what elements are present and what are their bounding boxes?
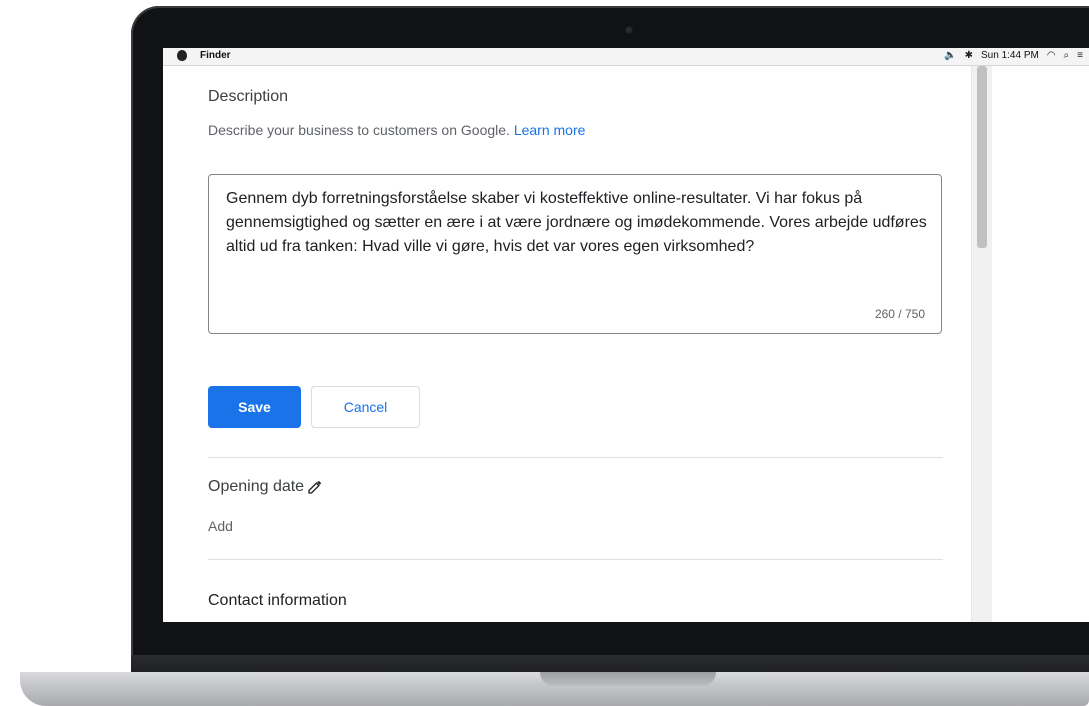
clock[interactable]: Sun 1:44 PM <box>981 50 1039 61</box>
description-input[interactable]: Gennem dyb forretningsforståelse skaber … <box>208 174 942 334</box>
opening-date-add[interactable]: Add <box>208 518 233 534</box>
right-pane <box>992 66 1089 622</box>
page-content: Description Describe your business to cu… <box>163 66 1089 622</box>
wifi-icon[interactable]: ◠ <box>1047 50 1056 61</box>
opening-date-title: Opening date <box>208 478 305 495</box>
contact-information-title: Contact information <box>208 592 347 609</box>
description-text[interactable]: Gennem dyb forretningsforståelse skaber … <box>226 187 931 259</box>
apple-icon[interactable] <box>177 50 187 61</box>
scroll-thumb[interactable] <box>977 66 987 248</box>
cancel-button[interactable]: Cancel <box>311 386 420 428</box>
bluetooth-icon[interactable]: ✱ <box>965 50 973 61</box>
screen: Finder 🔈 ✱ Sun 1:44 PM ◠ ⌕ ≡ Description… <box>163 48 1089 622</box>
camera-icon <box>626 27 632 33</box>
menu-list-icon[interactable]: ≡ <box>1077 50 1083 61</box>
save-button[interactable]: Save <box>208 386 301 428</box>
character-counter: 260 / 750 <box>874 307 925 321</box>
description-help-text: Describe your business to customers on G… <box>208 122 510 138</box>
divider <box>208 559 943 560</box>
scrollbar[interactable] <box>971 66 992 622</box>
search-icon[interactable]: ⌕ <box>1064 50 1070 61</box>
laptop-notch <box>540 672 716 686</box>
learn-more-link[interactable]: Learn more <box>514 122 586 138</box>
description-title: Description <box>208 88 289 105</box>
pencil-icon[interactable] <box>307 479 323 495</box>
status-area: 🔈 ✱ Sun 1:44 PM ◠ ⌕ ≡ <box>944 50 1083 61</box>
divider <box>208 457 943 458</box>
description-help: Describe your business to customers on G… <box>208 122 585 138</box>
volume-icon[interactable]: 🔈 <box>944 50 956 61</box>
opening-date-header: Opening date <box>208 478 323 496</box>
menu-bar: Finder 🔈 ✱ Sun 1:44 PM ◠ ⌕ ≡ <box>163 48 1089 66</box>
app-name[interactable]: Finder <box>200 50 231 61</box>
